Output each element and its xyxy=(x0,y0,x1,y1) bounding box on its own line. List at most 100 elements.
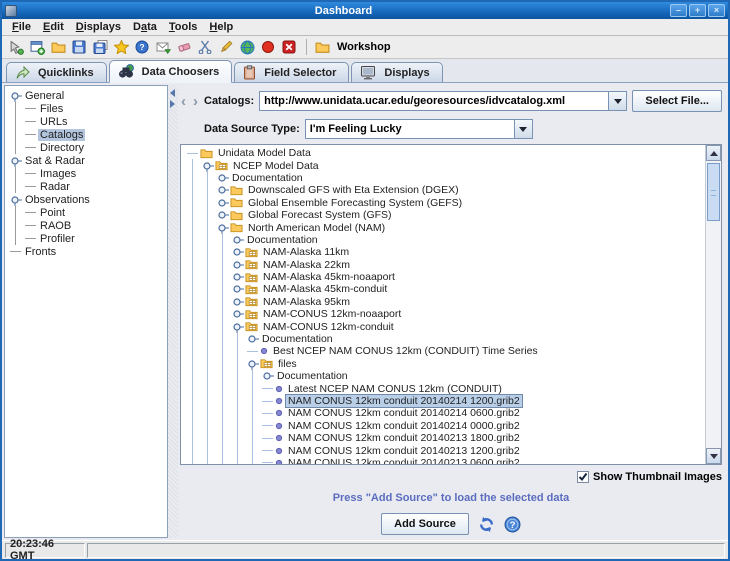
chooser-category-item-observations[interactable]: Observations xyxy=(5,193,167,206)
catalog-node-item-nam-conus-12km-noaaport[interactable]: NAM-CONUS 12km-noaaport xyxy=(181,308,705,320)
collapse-node-icon[interactable] xyxy=(247,358,260,370)
collapse-node-icon[interactable] xyxy=(10,194,23,206)
expand-node-icon[interactable] xyxy=(262,370,275,382)
stop-remove-icon[interactable] xyxy=(280,38,298,56)
collapse-node-icon[interactable] xyxy=(10,90,23,102)
catalog-node-item-nam-alaska-45km-noaaport[interactable]: NAM-Alaska 45km-noaaport xyxy=(181,271,705,283)
catalog-node-item-nam-alaska-11km[interactable]: NAM-Alaska 11km xyxy=(181,246,705,258)
catalog-node-item-nam-conus-12km-conduit-20140214-0000-grib2[interactable]: NAM CONUS 12km conduit 20140214 0000.gri… xyxy=(181,420,705,432)
expand-node-icon[interactable] xyxy=(232,234,245,246)
chooser-category-item-radar[interactable]: Radar xyxy=(5,180,167,193)
edit-pencil-icon[interactable] xyxy=(217,38,235,56)
show-thumbnails-checkbox[interactable] xyxy=(577,471,589,483)
expand-node-icon[interactable] xyxy=(217,209,230,221)
tab-displays[interactable]: Displays xyxy=(351,62,442,82)
tab-field-selector[interactable]: Field Selector xyxy=(234,62,349,82)
title-bar[interactable]: Dashboard – + × xyxy=(2,2,728,19)
help-icon[interactable]: ? xyxy=(504,516,521,533)
datasource-type-combo[interactable]: I'm Feeling Lucky xyxy=(305,119,533,139)
menu-help[interactable]: Help xyxy=(205,20,241,34)
chooser-category-item-fronts[interactable]: Fronts xyxy=(5,245,167,258)
collapse-node-icon[interactable] xyxy=(10,155,23,167)
tab-quicklinks[interactable]: Quicklinks xyxy=(6,62,107,82)
menu-file[interactable]: File xyxy=(8,20,39,34)
chooser-category-item-sat-radar[interactable]: Sat & Radar xyxy=(5,154,167,167)
catalog-url-dropdown-icon[interactable] xyxy=(608,92,626,110)
select-file-button[interactable]: Select File... xyxy=(632,90,722,112)
chooser-category-item-general[interactable]: General xyxy=(5,89,167,102)
chooser-category-item-files[interactable]: Files xyxy=(5,102,167,115)
expand-node-icon[interactable] xyxy=(217,197,230,209)
close-icon[interactable]: × xyxy=(708,4,725,17)
catalog-node-item-documentation[interactable]: Documentation xyxy=(181,234,705,246)
catalog-node-item-nam-alaska-22km[interactable]: NAM-Alaska 22km xyxy=(181,259,705,271)
chooser-category-item-profiler[interactable]: Profiler xyxy=(5,232,167,245)
minimize-icon[interactable]: – xyxy=(670,4,687,17)
catalog-node-item-latest-ncep-nam-conus-12km-conduit[interactable]: Latest NCEP NAM CONUS 12km (CONDUIT) xyxy=(181,382,705,394)
expand-node-icon[interactable] xyxy=(232,259,245,271)
maximize-icon[interactable]: + xyxy=(689,4,706,17)
catalog-node-item-nam-conus-12km-conduit-20140213-0600-grib2[interactable]: NAM CONUS 12km conduit 20140213 0600.gri… xyxy=(181,457,705,464)
catalog-node-item-ncep-model-data[interactable]: NCEP Model Data xyxy=(181,159,705,171)
scrollbar-track[interactable] xyxy=(706,161,721,448)
catalog-node-item-nam-conus-12km-conduit-20140214-1200-grib2[interactable]: NAM CONUS 12km conduit 20140214 1200.gri… xyxy=(181,395,705,407)
catalog-url-value[interactable]: http://www.unidata.ucar.edu/georesources… xyxy=(260,92,608,110)
eraser-icon[interactable] xyxy=(175,38,193,56)
support-email-icon[interactable] xyxy=(154,38,172,56)
expand-node-icon[interactable] xyxy=(232,296,245,308)
expand-node-icon[interactable] xyxy=(232,308,245,320)
catalog-url-combo[interactable]: http://www.unidata.ucar.edu/georesources… xyxy=(259,91,627,111)
catalog-node-item-files[interactable]: files xyxy=(181,358,705,370)
catalog-node-item-nam-alaska-95km[interactable]: NAM-Alaska 95km xyxy=(181,296,705,308)
expand-right-icon[interactable] xyxy=(170,100,175,108)
catalog-node-item-downscaled-gfs-with-eta-extension-dgex[interactable]: Downscaled GFS with Eta Extension (DGEX) xyxy=(181,184,705,196)
expand-node-icon[interactable] xyxy=(247,333,260,345)
expand-node-icon[interactable] xyxy=(232,246,245,258)
expand-node-icon[interactable] xyxy=(217,184,230,196)
datasource-type-value[interactable]: I'm Feeling Lucky xyxy=(306,120,514,138)
cut-icon[interactable] xyxy=(196,38,214,56)
split-pane-divider[interactable] xyxy=(168,85,178,538)
datasource-type-dropdown-icon[interactable] xyxy=(514,120,532,138)
catalog-node-item-nam-conus-12km-conduit-20140213-1200-grib2[interactable]: NAM CONUS 12km conduit 20140213 1200.gri… xyxy=(181,444,705,456)
refresh-icon[interactable] xyxy=(478,516,495,533)
help-icon[interactable]: ? xyxy=(133,38,151,56)
chooser-category-item-raob[interactable]: RAOB xyxy=(5,219,167,232)
menu-tools[interactable]: Tools xyxy=(165,20,206,34)
catalog-node-item-global-ensemble-forecasting-system-gefs[interactable]: Global Ensemble Forecasting System (GEFS… xyxy=(181,197,705,209)
pointer-icon[interactable] xyxy=(7,38,25,56)
collapse-node-icon[interactable] xyxy=(202,160,215,172)
chooser-category-item-point[interactable]: Point xyxy=(5,206,167,219)
new-window-icon[interactable] xyxy=(28,38,46,56)
chooser-category-item-catalogs[interactable]: Catalogs xyxy=(5,128,167,141)
workshop-toolbar-group[interactable]: Workshop xyxy=(315,41,391,54)
catalog-tree-scrollbar[interactable] xyxy=(705,145,721,464)
collapse-node-icon[interactable] xyxy=(232,321,245,333)
catalog-node-item-unidata-model-data[interactable]: Unidata Model Data xyxy=(181,147,705,159)
menu-data[interactable]: Data xyxy=(129,20,165,34)
catalog-node-item-documentation[interactable]: Documentation xyxy=(181,172,705,184)
catalog-node-item-nam-conus-12km-conduit[interactable]: NAM-CONUS 12km-conduit xyxy=(181,320,705,332)
catalog-node-item-north-american-model-nam[interactable]: North American Model (NAM) xyxy=(181,221,705,233)
scroll-down-icon[interactable] xyxy=(706,448,721,464)
scrollbar-thumb[interactable] xyxy=(707,163,720,221)
forward-chevron-icon[interactable]: › xyxy=(192,94,199,109)
expand-node-icon[interactable] xyxy=(232,283,245,295)
favorites-star-icon[interactable] xyxy=(112,38,130,56)
save-copy-icon[interactable] xyxy=(91,38,109,56)
expand-node-icon[interactable] xyxy=(217,172,230,184)
save-icon[interactable] xyxy=(70,38,88,56)
tab-data-choosers[interactable]: Data Choosers xyxy=(109,60,233,83)
globe-icon[interactable] xyxy=(238,38,256,56)
expand-node-icon[interactable] xyxy=(232,271,245,283)
menu-edit[interactable]: Edit xyxy=(39,20,72,34)
collapse-node-icon[interactable] xyxy=(217,222,230,234)
catalog-node-item-nam-alaska-45km-conduit[interactable]: NAM-Alaska 45km-conduit xyxy=(181,283,705,295)
menu-displays[interactable]: Displays xyxy=(72,20,129,34)
open-folder-icon[interactable] xyxy=(49,38,67,56)
catalog-node-item-best-ncep-nam-conus-12km-conduit-time-series[interactable]: Best NCEP NAM CONUS 12km (CONDUIT) Time … xyxy=(181,345,705,357)
collapse-left-icon[interactable] xyxy=(170,89,175,97)
catalog-node-item-nam-conus-12km-conduit-20140213-1800-grib2[interactable]: NAM CONUS 12km conduit 20140213 1800.gri… xyxy=(181,432,705,444)
catalog-node-item-nam-conus-12km-conduit-20140214-0600-grib2[interactable]: NAM CONUS 12km conduit 20140214 0600.gri… xyxy=(181,407,705,419)
scroll-up-icon[interactable] xyxy=(706,145,721,161)
